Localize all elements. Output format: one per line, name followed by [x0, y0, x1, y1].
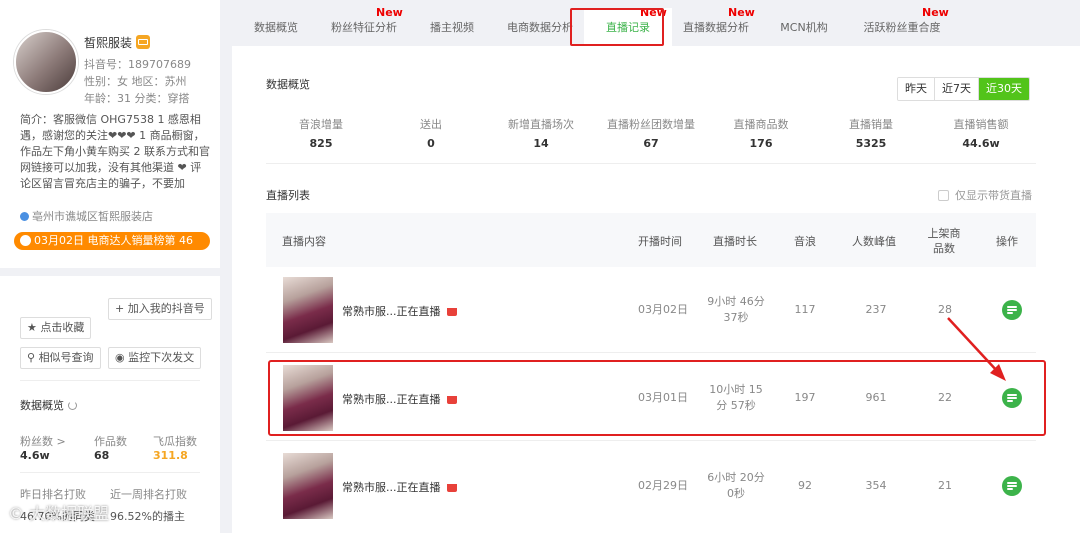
- annotation-arrow-icon: [947, 317, 1006, 381]
